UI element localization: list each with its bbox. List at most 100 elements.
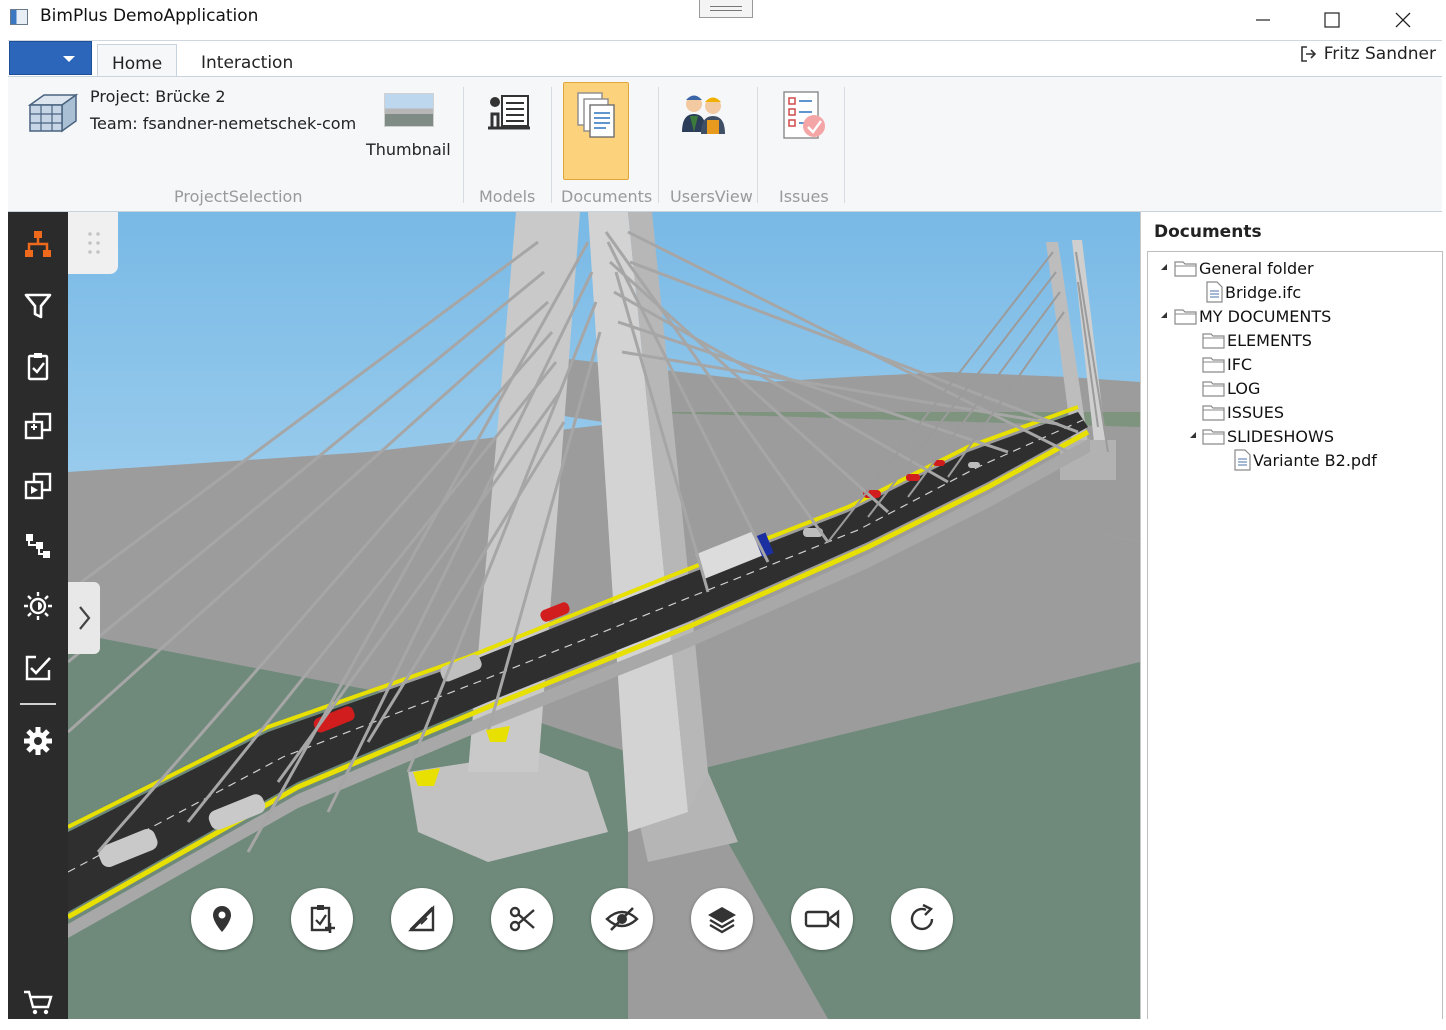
clipboard-add-button[interactable] xyxy=(291,888,353,950)
project-name: Project: Brücke 2 xyxy=(90,87,226,106)
user-button[interactable]: Fritz Sandner xyxy=(1298,44,1436,64)
measure-button[interactable] xyxy=(391,888,453,950)
tree-folder-log[interactable]: LOG xyxy=(1202,376,1260,400)
group-separator xyxy=(463,87,464,203)
folder-icon xyxy=(1174,261,1197,277)
minimize-icon xyxy=(1256,19,1270,21)
folder-icon xyxy=(1202,333,1225,349)
models-icon xyxy=(488,95,530,130)
cart-icon xyxy=(24,990,53,1015)
tree-collapse-arrow-icon[interactable] xyxy=(1159,310,1169,320)
thumbnail-image[interactable] xyxy=(384,93,434,127)
clipboard-check-icon xyxy=(27,353,49,381)
tree-collapse-arrow-icon[interactable] xyxy=(1188,430,1198,440)
clipboard-add-icon xyxy=(310,905,335,933)
panel-expand-button[interactable] xyxy=(68,582,100,654)
brightness-icon xyxy=(24,592,52,620)
tree-folder-ifc[interactable]: IFC xyxy=(1202,352,1252,376)
settings-button[interactable] xyxy=(8,713,68,769)
chevron-right-icon xyxy=(79,606,91,630)
camera-button[interactable] xyxy=(791,888,853,950)
group-label-models: Models xyxy=(479,187,536,206)
documents-button[interactable] xyxy=(563,82,629,180)
issues-icon xyxy=(783,91,825,139)
filter-icon xyxy=(24,293,52,319)
rotate-icon xyxy=(910,903,934,931)
grip-dots-icon xyxy=(88,232,100,254)
tree-file-bridge-ifc[interactable]: Bridge.ifc xyxy=(1204,280,1301,304)
minimize-button[interactable] xyxy=(1240,0,1286,40)
hierarchy-button[interactable] xyxy=(8,216,68,272)
location-pin-button[interactable] xyxy=(191,888,253,950)
group-separator xyxy=(658,87,659,203)
tree-folder-my-documents[interactable]: MY DOCUMENTS xyxy=(1174,304,1331,328)
models-button[interactable] xyxy=(474,82,544,180)
tree-structure-icon xyxy=(26,534,50,558)
layers-button[interactable] xyxy=(691,888,753,950)
tree-folder-elements[interactable]: ELEMENTS xyxy=(1202,328,1312,352)
settings-icon xyxy=(24,727,52,755)
group-separator xyxy=(844,87,845,203)
measure-icon xyxy=(408,905,435,932)
group-separator xyxy=(757,87,758,203)
tree-folder-slideshows[interactable]: SLIDESHOWS xyxy=(1202,424,1334,448)
filter-button[interactable] xyxy=(8,278,68,334)
app-icon xyxy=(10,9,28,25)
folder-icon xyxy=(1202,381,1225,397)
project-cube-icon[interactable] xyxy=(26,89,80,135)
folder-icon xyxy=(1202,357,1225,373)
hide-icon xyxy=(605,907,639,931)
ribbon-tab-bar: Home Interaction Fritz Sandner xyxy=(8,40,1442,78)
viewport-grip-handle[interactable] xyxy=(68,212,118,274)
window-title: BimPlus DemoApplication xyxy=(40,6,259,26)
clipboard-check-button[interactable] xyxy=(8,338,68,394)
documents-panel: Documents General folder Bridge.ifc MY D… xyxy=(1140,212,1446,1019)
maximize-icon xyxy=(1324,12,1340,28)
user-name: Fritz Sandner xyxy=(1323,44,1436,64)
edit-check-button[interactable] xyxy=(8,640,68,696)
tree-folder-general[interactable]: General folder xyxy=(1174,256,1314,280)
usersview-button[interactable] xyxy=(668,82,738,180)
3d-viewport[interactable] xyxy=(68,212,1140,1019)
file-icon xyxy=(1234,449,1251,471)
team-name: Team: fsandner-nemetschek-com xyxy=(90,114,357,133)
cut-button[interactable] xyxy=(491,888,553,950)
tab-home[interactable]: Home xyxy=(97,44,177,78)
maximize-button[interactable] xyxy=(1309,0,1355,40)
edit-check-icon xyxy=(25,655,51,681)
folder-icon xyxy=(1202,429,1225,445)
play-layers-button[interactable] xyxy=(8,458,68,514)
tree-file-variante-b2[interactable]: Variante B2.pdf xyxy=(1232,448,1377,472)
close-button[interactable] xyxy=(1380,0,1426,40)
thumbnail-label[interactable]: Thumbnail xyxy=(366,140,451,159)
location-pin-icon xyxy=(213,906,231,932)
tree-folder-issues[interactable]: ISSUES xyxy=(1202,400,1284,424)
copy-layers-button[interactable] xyxy=(8,398,68,454)
group-label-issues: Issues xyxy=(779,187,829,206)
tab-interaction[interactable]: Interaction xyxy=(187,44,299,78)
rotate-button[interactable] xyxy=(891,888,953,950)
group-label-documents: Documents xyxy=(561,187,653,206)
cart-button[interactable] xyxy=(8,974,68,1030)
hierarchy-icon xyxy=(25,231,51,257)
logout-icon xyxy=(1300,46,1316,62)
drag-handle[interactable] xyxy=(699,0,753,18)
camera-icon xyxy=(804,909,840,929)
app-menu-button[interactable] xyxy=(9,41,92,75)
group-label-projectselection: ProjectSelection xyxy=(174,187,303,206)
layers-icon xyxy=(708,907,736,934)
brightness-button[interactable] xyxy=(8,578,68,634)
issues-button[interactable] xyxy=(768,82,838,180)
documents-tree[interactable]: General folder Bridge.ifc MY DOCUMENTS E… xyxy=(1147,251,1443,1019)
left-toolbar xyxy=(8,212,68,1019)
documents-panel-title: Documents xyxy=(1154,222,1262,242)
toolbar-separator xyxy=(20,703,56,705)
group-label-usersview: UsersView xyxy=(670,187,753,206)
tree-structure-button[interactable] xyxy=(8,518,68,574)
group-separator xyxy=(551,87,552,203)
close-icon xyxy=(1395,12,1411,28)
tree-collapse-arrow-icon[interactable] xyxy=(1159,262,1169,272)
documents-icon xyxy=(577,92,615,138)
folder-icon xyxy=(1202,405,1225,421)
hide-button[interactable] xyxy=(591,888,653,950)
